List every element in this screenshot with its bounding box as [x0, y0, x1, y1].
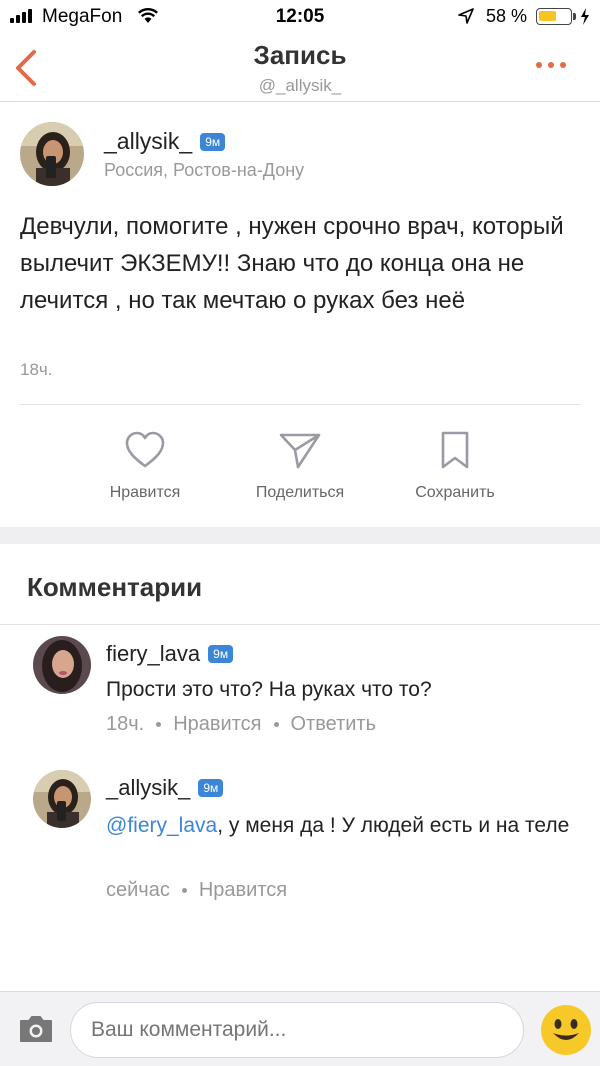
- share-button[interactable]: Поделиться: [220, 430, 380, 502]
- post-location[interactable]: Россия, Ростов-на-Дону: [104, 160, 304, 181]
- comment-author-name[interactable]: fiery_lava: [106, 641, 200, 667]
- page-subtitle: @_allysik_: [258, 76, 342, 95]
- heart-icon: [125, 431, 165, 468]
- comment-meta: 18ч. Нравится Ответить: [106, 713, 376, 736]
- time-badge: 9м: [198, 779, 224, 797]
- post-author[interactable]: _allysik_ 9м: [104, 128, 226, 155]
- time-badge: 9м: [200, 132, 226, 151]
- comment-author[interactable]: fiery_lava 9м: [106, 641, 234, 667]
- status-bar: MegaFon 12:05 58 %: [0, 0, 600, 34]
- comment-meta: сейчас Нравится: [106, 879, 287, 902]
- comment-text-body: , у меня да ! У людей есть и на теле: [217, 814, 570, 837]
- section-separator: [0, 527, 600, 544]
- comment-like-link[interactable]: Нравится: [199, 879, 287, 902]
- comment-like-link[interactable]: Нравится: [173, 713, 261, 736]
- post-author-avatar[interactable]: [20, 122, 84, 186]
- comments-title: Комментарии: [27, 572, 203, 602]
- smiley-emoji-icon[interactable]: [540, 1004, 592, 1056]
- like-label: Нравится: [109, 484, 181, 501]
- post-author-name[interactable]: _allysik_: [104, 128, 192, 155]
- charging-bolt-icon: [581, 8, 589, 25]
- time-badge: 9м: [208, 645, 234, 663]
- page-title: Запись: [253, 40, 347, 70]
- location-arrow-icon: [458, 8, 474, 24]
- camera-icon[interactable]: [18, 1014, 54, 1044]
- comment-author[interactable]: _allysik_ 9м: [106, 775, 224, 801]
- save-button[interactable]: Сохранить: [375, 430, 535, 502]
- comment-composer: [0, 991, 600, 1066]
- nav-bar: Запись @_allysik_: [0, 34, 600, 102]
- battery-icon: [536, 8, 572, 25]
- mention-link[interactable]: @fiery_lava: [106, 814, 217, 837]
- battery-percent: 58 %: [486, 6, 528, 26]
- comment-avatar[interactable]: [33, 636, 91, 694]
- divider: [20, 404, 580, 405]
- post-actions: Нравится Поделиться Сохранить: [0, 430, 600, 510]
- save-label: Сохранить: [415, 484, 495, 501]
- like-button[interactable]: Нравится: [65, 430, 225, 502]
- post-text: Девчули, помогите , нужен срочно врач, к…: [20, 213, 564, 314]
- bookmark-icon: [441, 431, 469, 469]
- comment-text: Прости это что? На руках что то?: [106, 678, 432, 701]
- share-label: Поделиться: [255, 484, 345, 501]
- comment-text: @fiery_lava, у меня да ! У людей есть и …: [106, 810, 576, 842]
- divider: [0, 624, 600, 625]
- comment-input[interactable]: [70, 1002, 524, 1058]
- paper-plane-icon: [279, 433, 321, 469]
- post-time: 18ч.: [20, 360, 53, 379]
- comment-author-name[interactable]: _allysik_: [106, 775, 190, 801]
- more-dots-icon[interactable]: [536, 62, 566, 68]
- comment-reply-link[interactable]: Ответить: [291, 713, 377, 736]
- comment-avatar[interactable]: [33, 770, 91, 828]
- comment-time: сейчас: [106, 879, 170, 901]
- comment-time: 18ч.: [106, 713, 145, 735]
